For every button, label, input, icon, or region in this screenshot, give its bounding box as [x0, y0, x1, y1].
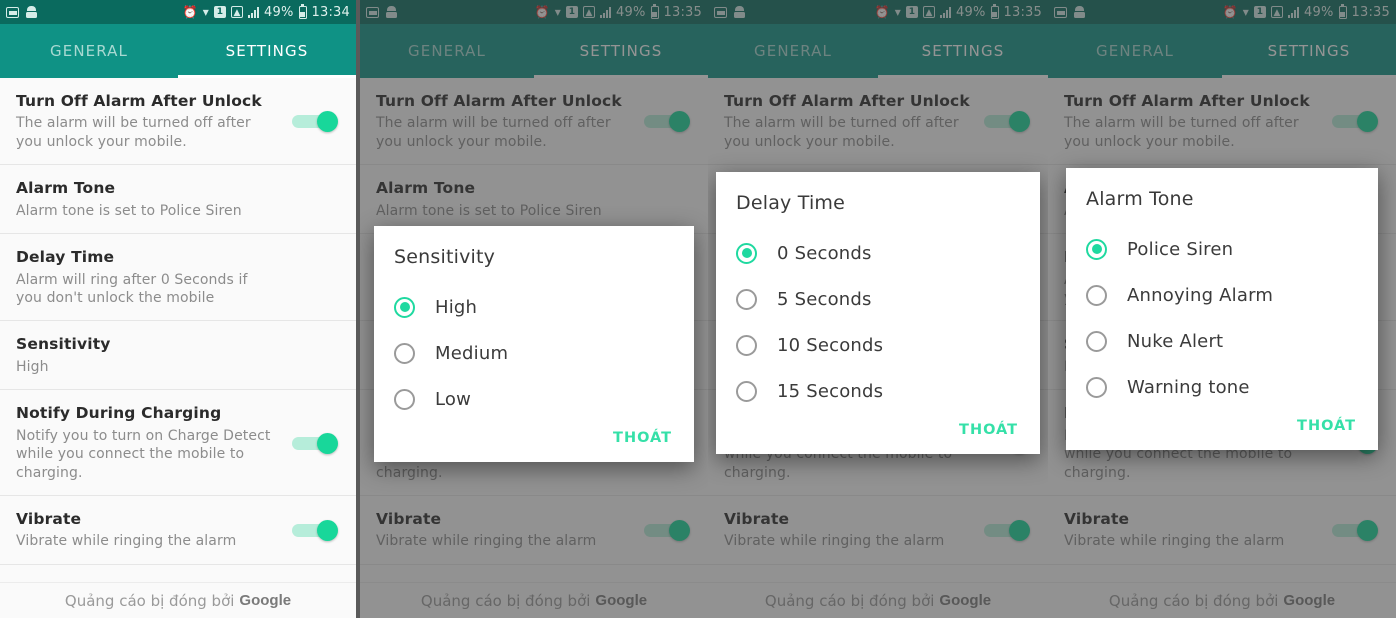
radio-icon-selected[interactable]	[394, 296, 415, 318]
option-label: Nuke Alert	[1127, 330, 1224, 352]
signal-icon: ▲	[231, 6, 244, 18]
radio-icon[interactable]	[736, 380, 757, 402]
option-label: Police Siren	[1127, 238, 1234, 260]
option-label: 15 Seconds	[777, 380, 884, 402]
radio-icon[interactable]	[394, 342, 415, 364]
phone-panel-1: ⏰ ▾ 1 ▲ 49% 13:34 GENERAL SETTINGS Turn …	[0, 0, 356, 618]
option-label: 0 Seconds	[777, 242, 872, 264]
radio-option[interactable]: Police Siren	[1086, 226, 1358, 272]
radio-option[interactable]: 10 Seconds	[736, 322, 1020, 368]
list-item[interactable]: Vibrate Vibrate while ringing the alarm	[0, 496, 356, 565]
radio-option[interactable]: Medium	[394, 330, 674, 376]
status-right-icons: ⏰ ▾ 1 ▲ 49% 13:34	[182, 3, 350, 20]
alarm-tone-dialog: Alarm Tone Police Siren Annoying Alarm N…	[1066, 168, 1378, 450]
radio-icon-selected[interactable]	[736, 242, 757, 264]
toggle-switch[interactable]	[292, 520, 338, 542]
row-title: Sensitivity	[16, 335, 111, 354]
radio-option[interactable]: Warning tone	[1086, 364, 1358, 410]
screenshot-strip: ⏰ ▾ 1 ▲ 49% 13:34 GENERAL SETTINGS Turn …	[0, 0, 1396, 618]
radio-icon-selected[interactable]	[1086, 238, 1107, 260]
battery-percent: 49%	[264, 4, 294, 20]
phone-panel-2: ⏰ ▾ 1 ▲ 49% 13:35 GENERAL SETTINGS Turn …	[360, 0, 708, 618]
row-subtitle: Vibrate while ringing the alarm	[16, 533, 237, 550]
clock-time: 13:34	[311, 4, 350, 20]
dialog-title: Delay Time	[736, 192, 846, 214]
sensitivity-dialog: Sensitivity High Medium Low THOÁT	[374, 226, 694, 462]
radio-option[interactable]: Nuke Alert	[1086, 318, 1358, 364]
toggle-switch[interactable]	[292, 111, 338, 133]
radio-option[interactable]: 0 Seconds	[736, 230, 1020, 276]
ad-banner: Quảng cáo bị đóng bởiGoogle	[0, 582, 356, 618]
radio-icon[interactable]	[394, 388, 415, 410]
tab-settings[interactable]: SETTINGS	[178, 24, 356, 78]
row-subtitle: High	[16, 358, 49, 375]
phone-panel-4: ⏰ ▾ 1 ▲ 49% 13:35 GENERAL SETTINGS Turn …	[1048, 0, 1396, 618]
dismiss-button[interactable]: THOÁT	[959, 422, 1018, 438]
settings-list: Turn Off Alarm After Unlock The alarm wi…	[0, 78, 356, 565]
option-label: 10 Seconds	[777, 334, 884, 356]
row-subtitle: The alarm will be turned off after you u…	[16, 115, 251, 150]
radio-icon[interactable]	[736, 288, 757, 310]
status-left-icons	[6, 6, 37, 18]
list-item[interactable]: Alarm Tone Alarm tone is set to Police S…	[0, 165, 356, 235]
delay-time-dialog: Delay Time 0 Seconds 5 Seconds 10 Second…	[716, 172, 1040, 454]
radio-icon[interactable]	[1086, 330, 1107, 352]
alarm-icon: ⏰	[182, 5, 198, 19]
radio-option[interactable]: 15 Seconds	[736, 368, 1020, 414]
signal2-icon	[248, 6, 260, 18]
option-label: Warning tone	[1127, 376, 1250, 398]
status-bar: ⏰ ▾ 1 ▲ 49% 13:34	[0, 0, 356, 24]
dialog-actions: THOÁT	[736, 414, 1020, 446]
tab-bar: GENERAL SETTINGS	[0, 24, 356, 78]
dialog-title: Alarm Tone	[1086, 188, 1194, 210]
radio-icon[interactable]	[1086, 284, 1107, 306]
phone-panel-3: ⏰ ▾ 1 ▲ 49% 13:35 GENERAL SETTINGS Turn …	[708, 0, 1048, 618]
vibrate-icon	[26, 6, 37, 18]
option-label: 5 Seconds	[777, 288, 872, 310]
row-subtitle: Alarm will ring after 0 Seconds if you d…	[16, 271, 248, 306]
toggle-switch[interactable]	[292, 432, 338, 454]
ad-text: Quảng cáo bị đóng bởi	[64, 591, 235, 610]
option-label: High	[435, 296, 478, 318]
dialog-actions: THOÁT	[1086, 410, 1358, 442]
screenshot-icon	[6, 6, 19, 18]
row-title: Delay Time	[16, 248, 115, 267]
battery-icon	[298, 3, 307, 19]
list-item[interactable]: Delay Time Alarm will ring after 0 Secon…	[0, 234, 356, 322]
option-label: Low	[435, 388, 472, 410]
radio-icon[interactable]	[1086, 376, 1107, 398]
list-item[interactable]: Notify During Charging Notify you to tur…	[0, 390, 356, 497]
row-title: Alarm Tone	[16, 179, 116, 198]
radio-icon[interactable]	[736, 334, 757, 356]
wifi-icon: ▾	[202, 5, 210, 19]
dialog-actions: THOÁT	[394, 422, 674, 454]
tab-general[interactable]: GENERAL	[0, 24, 178, 78]
option-label: Annoying Alarm	[1127, 284, 1274, 306]
row-title: Turn Off Alarm After Unlock	[16, 92, 262, 110]
sim-icon: 1	[214, 6, 227, 18]
list-item[interactable]: Sensitivity High	[0, 321, 356, 391]
radio-option[interactable]: High	[394, 284, 674, 330]
dialog-title: Sensitivity	[394, 246, 496, 268]
radio-option[interactable]: Annoying Alarm	[1086, 272, 1358, 318]
dismiss-button[interactable]: THOÁT	[1297, 418, 1356, 434]
row-subtitle: Alarm tone is set to Police Siren	[16, 202, 242, 219]
list-item[interactable]: Turn Off Alarm After Unlock The alarm wi…	[0, 78, 356, 166]
radio-option[interactable]: Low	[394, 376, 674, 422]
ad-brand: Google	[239, 592, 292, 609]
row-title: Notify During Charging	[16, 404, 222, 423]
dismiss-button[interactable]: THOÁT	[613, 430, 672, 446]
radio-option[interactable]: 5 Seconds	[736, 276, 1020, 322]
option-label: Medium	[435, 342, 509, 364]
row-subtitle: Notify you to turn on Charge Detect whil…	[16, 427, 271, 481]
